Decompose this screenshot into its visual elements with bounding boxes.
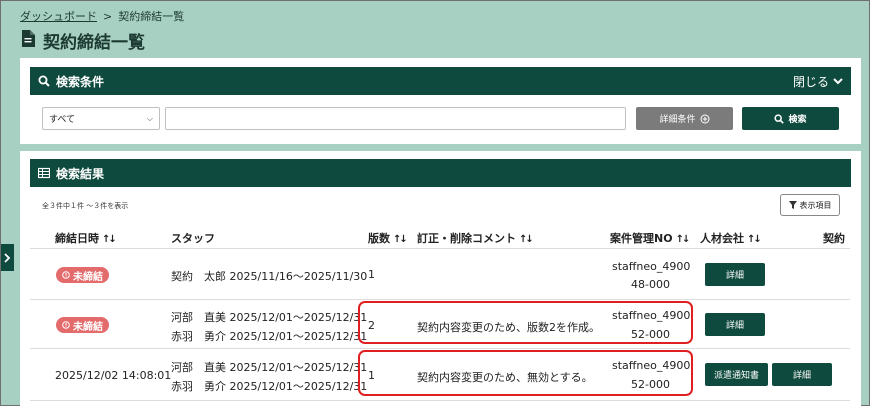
- status-select[interactable]: すべて ⌵: [42, 107, 160, 130]
- search-icon: [38, 75, 50, 87]
- search-button[interactable]: 検索: [742, 107, 839, 130]
- search-icon: [774, 113, 785, 124]
- filter-icon: [788, 201, 797, 209]
- search-panel-header: 検索条件 閉じる: [30, 67, 851, 95]
- results-panel-header: 検索結果: [30, 159, 851, 187]
- detail-button[interactable]: 詳細: [705, 263, 765, 286]
- alert-circle-icon: [62, 271, 70, 279]
- staff-cell: 河部 直美 2025/12/01〜2025/12/31: [171, 311, 368, 324]
- divider: [30, 348, 850, 349]
- highlight-box: [358, 301, 693, 344]
- results-panel-title: 検索結果: [56, 166, 105, 181]
- column-header-version[interactable]: 版数 ↑↓: [368, 230, 408, 246]
- divider: [30, 248, 850, 249]
- document-icon: [21, 29, 35, 52]
- close-toggle[interactable]: 閉じる: [793, 73, 843, 90]
- status-badge: 未締結: [56, 317, 109, 333]
- column-header-contract: 契約: [823, 232, 845, 245]
- case-no-line-2: 48-000: [631, 278, 670, 291]
- sort-icon: ↑↓: [519, 234, 534, 245]
- status-badge: 未締結: [56, 267, 109, 283]
- dispatch-notice-button[interactable]: 派遣通知書: [705, 363, 768, 386]
- status-select-value: すべて: [49, 115, 76, 125]
- breadcrumb-current: 契約締結一覧: [118, 10, 185, 23]
- highlight-box: [358, 350, 693, 396]
- staff-cell: 河部 直美 2025/12/01〜2025/12/31: [171, 361, 368, 374]
- display-items-label: 表示項目: [799, 200, 832, 210]
- column-header-staff: スタッフ: [171, 232, 215, 245]
- divider: [30, 299, 850, 300]
- page-title: 契約締結一覧: [21, 28, 145, 53]
- sort-icon: ↑↓: [675, 234, 691, 245]
- staff-cell: 契約 太郎 2025/11/16〜2025/11/30: [171, 270, 368, 283]
- detail-conditions-button[interactable]: 詳細条件: [636, 107, 733, 130]
- plus-circle-icon: [700, 114, 709, 123]
- keyword-input[interactable]: [165, 107, 626, 130]
- select-arrow-icon: ⌵: [146, 113, 153, 123]
- table-icon: [38, 167, 50, 179]
- detail-conditions-label: 詳細条件: [659, 115, 696, 125]
- display-items-button[interactable]: 表示項目: [780, 194, 840, 216]
- alert-circle-icon: [62, 321, 70, 329]
- staff-cell: 赤羽 勇介 2025/12/01〜2025/12/31: [171, 330, 368, 343]
- version-cell: 1: [368, 268, 375, 281]
- search-panel-title: 検索条件: [56, 74, 105, 89]
- column-header-case-no[interactable]: 案件管理NO ↑↓: [610, 230, 691, 246]
- close-toggle-label: 閉じる: [792, 74, 829, 89]
- breadcrumb: ダッシュボード > 契約締結一覧: [20, 8, 184, 24]
- detail-button[interactable]: 詳細: [705, 313, 765, 336]
- page-title-text: 契約締結一覧: [43, 33, 145, 53]
- breadcrumb-home-link[interactable]: ダッシュボード: [20, 10, 97, 23]
- date-cell: 2025/12/02 14:08:01: [55, 369, 172, 382]
- detail-button[interactable]: 詳細: [772, 363, 832, 386]
- search-button-label: 検索: [788, 115, 807, 125]
- results-panel: 検索結果 全３件中１件 〜３件を表示 表示項目 締結日時 ↑↓ スタッフ 版数 ↑↓…: [20, 151, 861, 406]
- case-no-line-1: staffneo_4900: [612, 260, 691, 273]
- column-header-date[interactable]: 締結日時 ↑↓: [55, 230, 117, 246]
- divider: [30, 400, 850, 401]
- sort-icon: ↑↓: [102, 234, 117, 245]
- sidebar-toggle[interactable]: [1, 244, 14, 271]
- sort-icon: ↑↓: [393, 234, 408, 245]
- breadcrumb-separator: >: [103, 10, 113, 23]
- result-count: 全３件中１件 〜３件を表示: [42, 202, 129, 210]
- column-header-comment[interactable]: 訂正・削除コメント ↑↓: [417, 230, 534, 246]
- chevron-right-icon: [4, 252, 11, 263]
- column-header-company[interactable]: 人材会社 ↑↓: [700, 230, 762, 246]
- sort-icon: ↑↓: [747, 234, 762, 245]
- chevron-down-icon: [833, 78, 843, 85]
- search-panel: 検索条件 閉じる すべて ⌵ 詳細条件 検索: [20, 58, 861, 144]
- staff-cell: 赤羽 勇介 2025/12/01〜2025/12/31: [171, 380, 368, 393]
